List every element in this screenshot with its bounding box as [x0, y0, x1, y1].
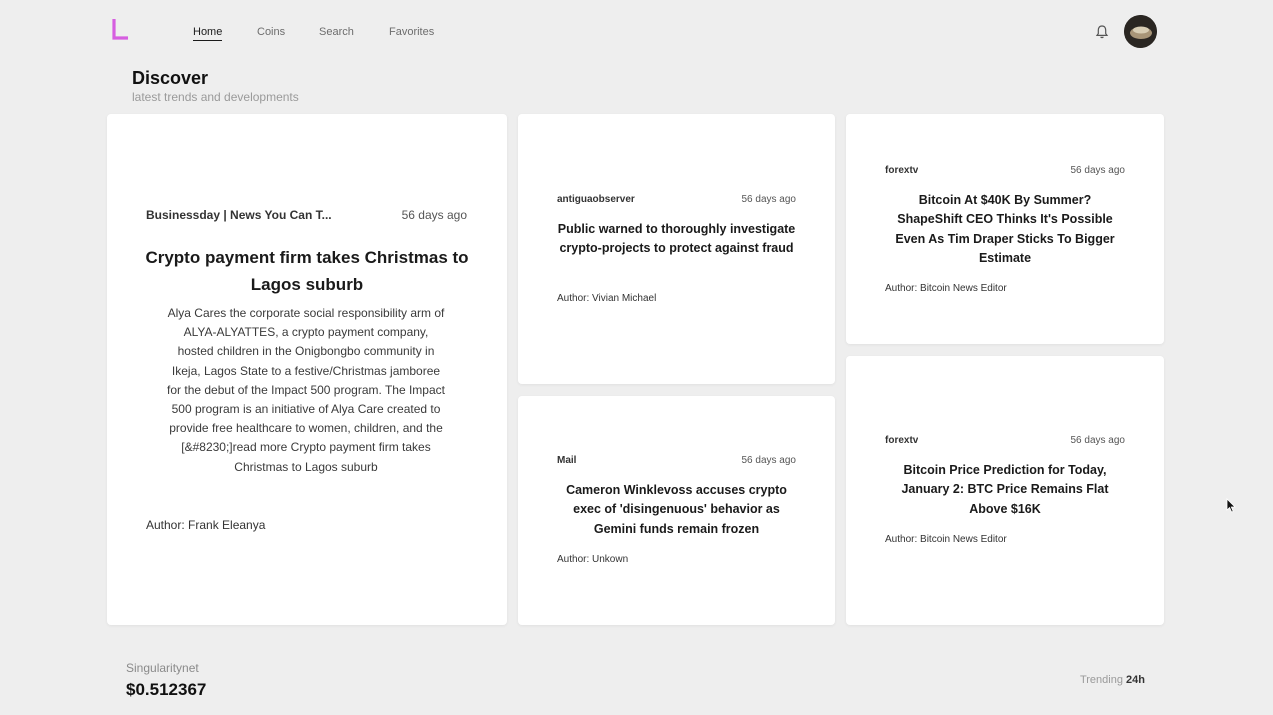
news-time: 56 days ago [741, 455, 797, 466]
page-title: Discover [132, 68, 209, 88]
news-author: Author: Bitcoin News Editor [885, 283, 1007, 294]
mouse-cursor-icon [1226, 498, 1236, 513]
ticker-coin-name[interactable]: Singularitynet [126, 661, 199, 675]
news-source: Businessday | News You Can T... [146, 208, 332, 222]
news-author: Author: Unkown [557, 554, 629, 565]
nav-search[interactable]: Search [319, 26, 354, 38]
news-headline[interactable]: Bitcoin At $40K By Summer? ShapeShift CE… [885, 191, 1125, 268]
news-source: forextv [885, 435, 919, 446]
page-subtitle: latest trends and developments [132, 90, 299, 104]
news-card[interactable]: forextv 56 days ago Bitcoin At $40K By S… [846, 114, 1164, 344]
trending-label: Trending [1079, 674, 1123, 686]
news-time: 56 days ago [1070, 165, 1126, 176]
trending-period[interactable]: 24h [1126, 674, 1145, 686]
news-card-featured[interactable]: Businessday | News You Can T... 56 days … [107, 114, 507, 625]
news-time: 56 days ago [401, 208, 467, 222]
nav-home[interactable]: Home [193, 26, 223, 41]
bell-icon[interactable] [1094, 24, 1110, 40]
news-author: Author: Bitcoin News Editor [885, 534, 1007, 545]
news-source: Mail [557, 455, 577, 466]
nav-favorites[interactable]: Favorites [389, 26, 434, 38]
news-card[interactable]: antiguaobserver 56 days ago Public warne… [518, 114, 835, 384]
news-time: 56 days ago [741, 194, 797, 205]
news-card[interactable]: Mail 56 days ago Cameron Winklevoss accu… [518, 396, 835, 625]
news-headline[interactable]: Bitcoin Price Prediction for Today, Janu… [892, 461, 1118, 519]
app-logo[interactable] [112, 19, 128, 41]
news-excerpt: Alya Cares the corporate social responsi… [167, 306, 445, 474]
avatar-image [1124, 15, 1157, 48]
news-author: Author: Frank Eleanya [146, 518, 266, 532]
news-author: Author: Vivian Michael [557, 293, 657, 304]
news-headline[interactable]: Crypto payment firm takes Christmas to L… [142, 244, 472, 298]
news-time: 56 days ago [1070, 435, 1126, 446]
avatar[interactable] [1124, 15, 1157, 48]
news-source: antiguaobserver [557, 194, 635, 205]
news-headline[interactable]: Cameron Winklevoss accuses crypto exec o… [557, 481, 796, 539]
news-card[interactable]: forextv 56 days ago Bitcoin Price Predic… [846, 356, 1164, 625]
trending-filter[interactable]: Trending 24h [1080, 674, 1145, 686]
ticker-price: $0.512367 [126, 680, 207, 699]
nav-coins[interactable]: Coins [257, 26, 285, 38]
news-source: forextv [885, 165, 919, 176]
news-headline[interactable]: Public warned to thoroughly investigate … [552, 220, 801, 259]
navbar: Home Coins Search Favorites [0, 0, 1273, 64]
